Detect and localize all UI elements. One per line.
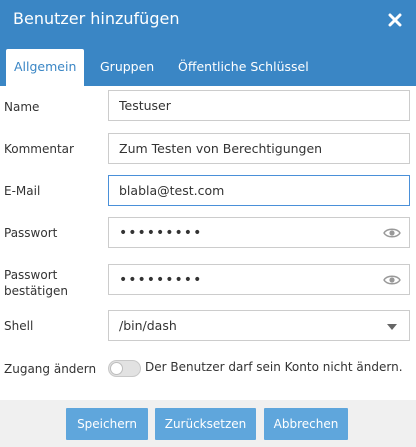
toggle-knob [110, 362, 123, 375]
shell-select[interactable]: /bin/dash [108, 310, 410, 341]
tab-oeffentliche-schluessel[interactable]: Öffentliche Schlüssel [170, 49, 317, 86]
tab-gruppen[interactable]: Gruppen [92, 49, 162, 86]
close-icon[interactable] [388, 13, 402, 27]
name-field [108, 90, 410, 121]
dialog-header: Benutzer hinzufügen [0, 0, 416, 40]
name-label: Name [4, 100, 40, 114]
password-input[interactable] [109, 218, 409, 247]
email-field [108, 175, 410, 206]
access-toggle[interactable] [108, 360, 141, 377]
dialog-title: Benutzer hinzufügen [13, 9, 180, 28]
eye-icon[interactable] [383, 226, 401, 240]
password-label: Passwort [4, 226, 58, 240]
reset-button[interactable]: Zurücksetzen [155, 408, 256, 440]
password-field [108, 217, 410, 248]
password-confirm-field [108, 264, 410, 295]
shell-select-value: /bin/dash [119, 318, 177, 333]
dialog-footer: Speichern Zurücksetzen Abbrechen [0, 400, 416, 447]
comment-field [108, 133, 410, 164]
chevron-down-icon [387, 324, 397, 330]
cancel-button[interactable]: Abbrechen [264, 408, 348, 440]
tab-bar: Allgemein Gruppen Öffentliche Schlüssel [0, 40, 416, 86]
shell-label: Shell [4, 319, 34, 333]
access-toggle-text: Der Benutzer darf sein Konto nicht änder… [145, 360, 403, 374]
email-label: E-Mail [4, 184, 41, 198]
name-input[interactable] [109, 91, 409, 120]
comment-label: Kommentar [4, 142, 74, 156]
email-input[interactable] [109, 176, 409, 205]
eye-icon[interactable] [383, 273, 401, 287]
comment-input[interactable] [109, 134, 409, 163]
password-confirm-input[interactable] [109, 265, 409, 294]
password-confirm-label-line2: bestätigen [4, 284, 68, 298]
password-confirm-label-line1: Passwort [4, 268, 58, 282]
access-label: Zugang ändern [4, 362, 97, 376]
tab-allgemein[interactable]: Allgemein [6, 49, 85, 86]
save-button[interactable]: Speichern [66, 408, 148, 440]
